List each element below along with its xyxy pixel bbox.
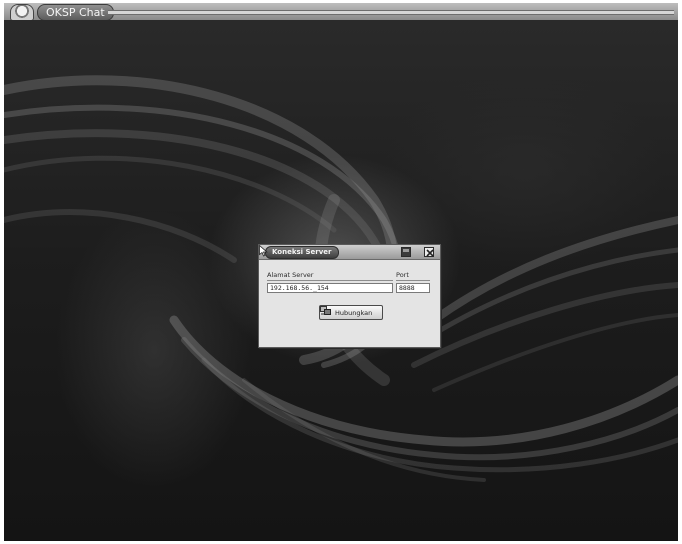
server-connection-dialog: Koneksi Server Alamat Server Port 192.16… [258,244,441,348]
dialog-title-bar[interactable]: Koneksi Server [259,245,440,260]
network-icon [320,306,331,315]
app-logo-icon[interactable] [10,4,34,21]
app-title: OKSP Chat [37,4,114,21]
dialog-title: Koneksi Server [265,246,339,259]
close-icon[interactable] [424,247,434,257]
server-address-input[interactable]: 192.168.56._154 [267,283,393,293]
mouse-cursor-icon [259,245,268,257]
connect-button-label: Hubungkan [335,309,373,317]
port-divider [396,280,430,281]
screen: OKSP Chat Koneksi Server Alamat Server P… [0,0,682,544]
address-divider [267,280,393,281]
desktop-wallpaper: Koneksi Server Alamat Server Port 192.16… [4,20,678,541]
minimize-icon[interactable] [401,247,411,257]
title-bar-divider [108,10,674,15]
server-address-label: Alamat Server [267,271,314,279]
port-input[interactable]: 8888 [396,283,430,293]
connect-button[interactable]: Hubungkan [319,305,383,320]
app-title-bar: OKSP Chat [4,3,678,21]
port-label: Port [396,271,409,279]
